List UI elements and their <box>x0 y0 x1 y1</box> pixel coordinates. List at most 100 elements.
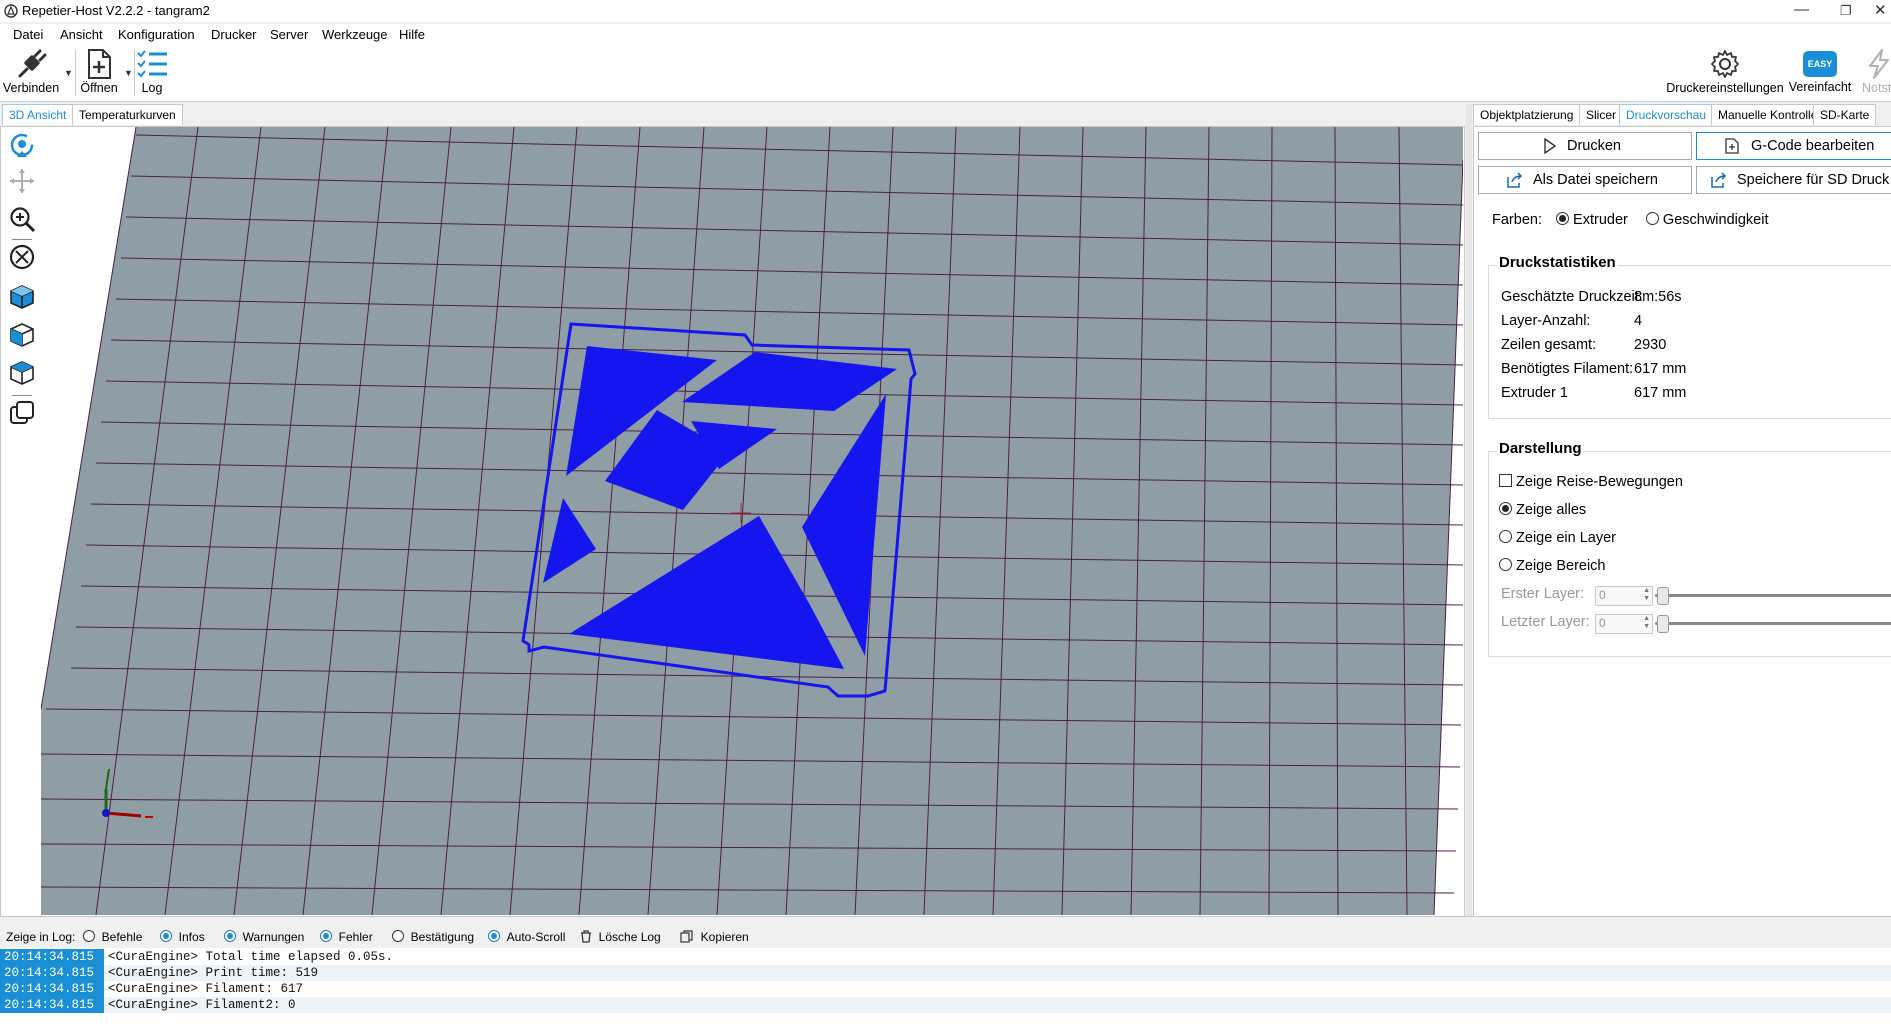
easy-mode-button[interactable]: EASY Vereinfacht <box>1788 46 1852 94</box>
front-view-icon[interactable] <box>8 321 36 349</box>
edit-gcode-label: G-Code bearbeiten <box>1751 138 1875 154</box>
clear-log-label: Lösche Log <box>598 930 661 944</box>
color-mode-label: Farben: <box>1492 212 1542 228</box>
print-stats-title: Druckstatistiken <box>1497 254 1618 271</box>
export-icon <box>1711 172 1727 188</box>
clear-log-button[interactable]: Lösche Log <box>580 930 661 944</box>
copy-log-label: Kopieren <box>700 930 749 944</box>
vertical-splitter[interactable] <box>1466 104 1472 916</box>
filter-warnings[interactable]: Warnungen <box>224 930 304 944</box>
menu-drucker[interactable]: Drucker <box>211 27 257 42</box>
log-row: 20:14:34.815 <CuraEngine> Filament: 617 <box>0 981 1891 997</box>
export-icon <box>1507 172 1523 188</box>
log-button[interactable]: Log <box>134 46 170 95</box>
radio-selected-icon <box>1499 502 1512 515</box>
last-layer-stepper[interactable]: 0 ▲ ▼ <box>1595 614 1653 634</box>
extruder-color-radio[interactable]: Extruder <box>1556 212 1628 228</box>
toolbar: Verbinden ▼ Öffnen ▼ Log Druckereinstell… <box>0 46 1891 102</box>
last-layer-slider[interactable] <box>1655 622 1891 625</box>
printer-settings-button[interactable]: Druckereinstellungen <box>1666 46 1784 95</box>
log-label: Log <box>141 81 163 95</box>
stat-print-time: Geschätzte Druckzeit: <box>1501 289 1643 305</box>
log-message: <CuraEngine> Filament2: 0 <box>108 998 296 1012</box>
color-mode-row: Farben: Extruder Geschwindigkeit <box>1492 212 1769 228</box>
close-icon[interactable]: ✕ <box>1874 1 1887 19</box>
save-sd-button[interactable]: Speichere für SD Druck <box>1696 166 1891 194</box>
layers-view-icon[interactable] <box>8 399 36 427</box>
log-message: <CuraEngine> Filament: 617 <box>108 982 304 996</box>
top-view-icon[interactable] <box>8 359 36 387</box>
save-file-label: Als Datei speichern <box>1533 172 1658 188</box>
connect-label: Verbinden <box>2 81 60 95</box>
tab-slicer[interactable]: Slicer <box>1579 104 1624 125</box>
filter-infos[interactable]: Infos <box>160 930 205 944</box>
tab-object-placement[interactable]: Objektplatzierung <box>1473 104 1581 125</box>
plug-icon <box>18 49 47 78</box>
show-range-label: Zeige Bereich <box>1516 558 1606 574</box>
rotate-view-icon[interactable] <box>8 131 36 159</box>
isometric-view-icon[interactable] <box>8 283 36 311</box>
zoom-icon[interactable] <box>8 205 36 233</box>
menu-konfiguration[interactable]: Konfiguration <box>118 27 195 42</box>
stat-layer-count: Layer-Anzahl: <box>1501 313 1590 329</box>
stat-label: Benötigtes Filament: <box>1501 361 1634 377</box>
connect-button[interactable]: Verbinden <box>2 46 60 95</box>
move-view-icon[interactable] <box>8 167 36 195</box>
3d-viewport[interactable] <box>40 126 1464 916</box>
edit-gcode-button[interactable]: G-Code bearbeiten <box>1696 132 1891 160</box>
menu-werkzeuge[interactable]: Werkzeuge <box>322 27 388 42</box>
filter-commands[interactable]: Befehle <box>83 930 142 944</box>
emergency-stop-button[interactable]: Notst <box>1860 46 1891 95</box>
minimize-icon[interactable]: — <box>1794 1 1809 18</box>
view-toolbar <box>4 127 40 917</box>
log-message: <CuraEngine> Print time: 519 <box>108 966 319 980</box>
connect-dropdown-icon[interactable]: ▼ <box>64 68 73 78</box>
restore-icon[interactable]: ❐ <box>1840 3 1852 19</box>
menu-hilfe[interactable]: Hilfe <box>399 27 425 42</box>
show-travel-checkbox[interactable]: Zeige Reise-Bewegungen <box>1499 474 1683 490</box>
first-layer-slider-thumb[interactable] <box>1657 587 1669 605</box>
print-button[interactable]: Drucken <box>1478 132 1692 160</box>
radio-icon <box>1499 530 1512 543</box>
app-icon <box>4 4 18 18</box>
last-layer-value: 0 <box>1599 616 1606 630</box>
print-bed-canvas[interactable] <box>40 126 1464 916</box>
right-tabs: Objektplatzierung Slicer Druckvorschau M… <box>1473 104 1891 126</box>
stepper-arrows-icon: ▲ ▼ <box>1643 587 1650 602</box>
save-sd-label: Speichere für SD Druck <box>1737 172 1890 188</box>
show-all-radio[interactable]: Zeige alles <box>1499 502 1586 518</box>
last-layer-slider-thumb[interactable] <box>1657 615 1669 633</box>
tab-print-preview[interactable]: Druckvorschau <box>1619 104 1714 125</box>
tab-manual-control[interactable]: Manuelle Kontrolle <box>1711 104 1825 125</box>
extruder-color-label: Extruder <box>1573 212 1628 228</box>
fit-view-icon[interactable] <box>8 243 36 271</box>
first-layer-stepper[interactable]: 0 ▲ ▼ <box>1595 586 1653 606</box>
tab-temperature-curves[interactable]: Temperaturkurven <box>72 104 183 125</box>
speed-color-radio[interactable]: Geschwindigkeit <box>1645 212 1769 228</box>
menu-server[interactable]: Server <box>270 27 308 42</box>
show-one-layer-radio[interactable]: Zeige ein Layer <box>1499 530 1616 546</box>
show-travel-label: Zeige Reise-Bewegungen <box>1516 474 1683 490</box>
menu-ansicht[interactable]: Ansicht <box>60 27 103 42</box>
toolbar-separator <box>12 239 32 240</box>
log-output[interactable]: 20:14:34.815 <CuraEngine> Total time ela… <box>0 948 1891 1024</box>
stat-filament-value: 617 mm <box>1634 361 1687 377</box>
printer-settings-label: Druckereinstellungen <box>1666 81 1784 95</box>
tab-3d-view[interactable]: 3D Ansicht <box>2 104 74 125</box>
tab-sd-card[interactable]: SD-Karte <box>1813 104 1877 125</box>
first-layer-slider[interactable] <box>1655 594 1891 597</box>
log-timestamp: 20:14:34.815 <box>0 949 104 965</box>
show-range-radio[interactable]: Zeige Bereich <box>1499 558 1606 574</box>
copy-log-button[interactable]: Kopieren <box>680 930 749 944</box>
log-timestamp: 20:14:34.815 <box>0 997 104 1013</box>
show-one-layer-label: Zeige ein Layer <box>1516 530 1616 546</box>
filter-errors[interactable]: Fehler <box>320 930 373 944</box>
save-file-button[interactable]: Als Datei speichern <box>1478 166 1692 194</box>
auto-scroll-toggle[interactable]: Auto-Scroll <box>488 930 565 944</box>
stat-label: Layer-Anzahl: <box>1501 313 1591 329</box>
open-dropdown-icon[interactable]: ▼ <box>124 68 133 78</box>
first-layer-label: Erster Layer: <box>1501 586 1584 602</box>
menu-datei[interactable]: Datei <box>13 27 43 42</box>
filter-confirmations[interactable]: Bestätigung <box>392 930 474 944</box>
open-button[interactable]: Öffnen <box>78 46 120 95</box>
